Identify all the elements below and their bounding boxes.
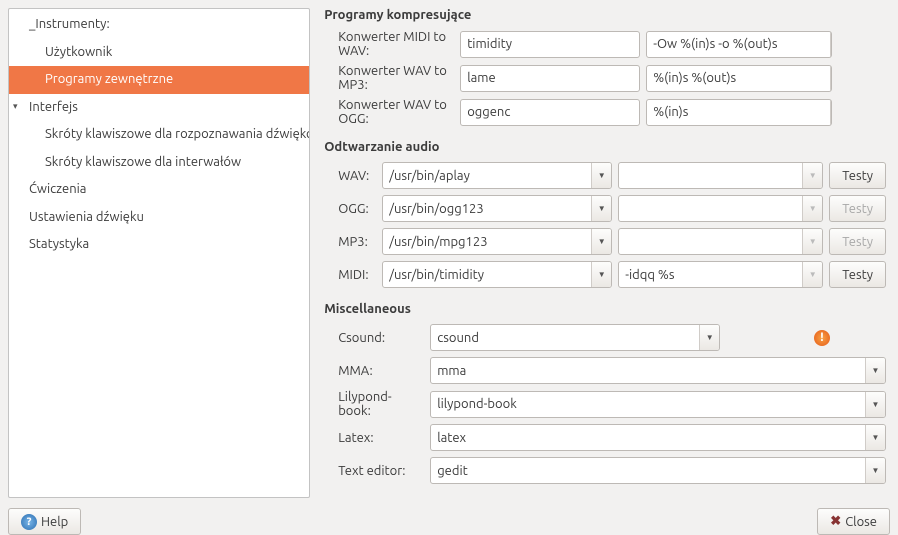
settings-panel: Programy kompresujące Konwerter MIDI to … bbox=[320, 8, 890, 498]
combo-wav-to-ogg-args[interactable]: ▼ bbox=[646, 99, 832, 126]
combo-midi-to-wav-args[interactable]: ▼ bbox=[646, 31, 832, 58]
close-button-label: Close bbox=[845, 515, 877, 529]
combo-midi-prog[interactable]: ▼ bbox=[382, 261, 612, 288]
combo-mma[interactable]: ▼ bbox=[430, 357, 886, 384]
section-title-compressors: Programy kompresujące bbox=[324, 8, 886, 22]
combo-wav-prog[interactable]: ▼ bbox=[382, 162, 612, 189]
chevron-down-icon[interactable]: ▼ bbox=[865, 458, 885, 483]
chevron-down-icon[interactable]: ▼ bbox=[830, 32, 832, 57]
help-button-label: Help bbox=[41, 515, 68, 529]
combo-text-editor[interactable]: ▼ bbox=[430, 457, 886, 484]
section-title-misc: Miscellaneous bbox=[324, 302, 886, 316]
combo-wav-to-mp3-prog[interactable]: ▼ bbox=[460, 65, 640, 92]
close-button[interactable]: ✖ Close bbox=[817, 508, 890, 535]
label-wav-to-ogg: Konwerter WAV to OGG: bbox=[324, 98, 454, 126]
input-lilypond[interactable] bbox=[431, 392, 865, 417]
input-wav-to-ogg-args[interactable] bbox=[647, 100, 830, 125]
chevron-down-icon[interactable]: ▼ bbox=[699, 325, 719, 350]
chevron-down-icon[interactable]: ▼ bbox=[830, 66, 832, 91]
label-lilypond: Lilypond-book: bbox=[324, 390, 424, 418]
label-mp3: MP3: bbox=[324, 235, 376, 249]
chevron-down-icon[interactable]: ▼ bbox=[591, 163, 611, 188]
tree-item-statistics[interactable]: Statystyka bbox=[9, 231, 309, 259]
input-csound[interactable] bbox=[431, 325, 699, 350]
input-mma[interactable] bbox=[431, 358, 865, 383]
input-mp3-prog[interactable] bbox=[383, 229, 591, 254]
chevron-down-icon[interactable]: ▼ bbox=[865, 425, 885, 450]
combo-csound[interactable]: ▼ bbox=[430, 324, 720, 351]
tree-item-label: Interfejs bbox=[29, 100, 78, 114]
tree-item-shortcuts-intervals[interactable]: Skróty klawiszowe dla interwałów bbox=[9, 149, 309, 177]
input-ogg-args[interactable] bbox=[619, 196, 802, 221]
combo-ogg-args[interactable]: ▼ bbox=[618, 195, 823, 222]
input-wav-to-mp3-prog[interactable] bbox=[461, 66, 640, 91]
close-icon: ✖ bbox=[830, 514, 841, 529]
tree-item-instruments[interactable]: _Instrumenty: bbox=[9, 11, 309, 39]
help-button[interactable]: ? Help bbox=[8, 508, 81, 535]
input-midi-args[interactable] bbox=[619, 262, 802, 287]
tree-item-user[interactable]: Użytkownik bbox=[9, 39, 309, 67]
combo-latex[interactable]: ▼ bbox=[430, 424, 886, 451]
chevron-down-icon[interactable]: ▼ bbox=[802, 163, 822, 188]
tree-item-interface[interactable]: ▾ Interfejs bbox=[9, 94, 309, 122]
combo-wav-args[interactable]: ▼ bbox=[618, 162, 823, 189]
combo-ogg-prog[interactable]: ▼ bbox=[382, 195, 612, 222]
section-title-playback: Odtwarzanie audio bbox=[324, 140, 886, 154]
label-mma: MMA: bbox=[324, 364, 424, 378]
label-ogg: OGG: bbox=[324, 202, 376, 216]
help-icon: ? bbox=[21, 514, 37, 530]
combo-midi-to-wav-prog[interactable]: ▼ bbox=[460, 31, 640, 58]
input-wav-to-ogg-prog[interactable] bbox=[461, 100, 640, 125]
input-midi-prog[interactable] bbox=[383, 262, 591, 287]
input-midi-to-wav-args[interactable] bbox=[647, 32, 830, 57]
chevron-down-icon[interactable]: ▼ bbox=[591, 229, 611, 254]
chevron-down-icon[interactable]: ▼ bbox=[802, 196, 822, 221]
tree-item-exercises[interactable]: Ćwiczenia bbox=[9, 176, 309, 204]
input-mp3-args[interactable] bbox=[619, 229, 802, 254]
label-wav-to-mp3: Konwerter WAV to MP3: bbox=[324, 64, 454, 92]
label-wav: WAV: bbox=[324, 169, 376, 183]
tree-item-external-programs[interactable]: Programy zewnętrzne bbox=[9, 66, 309, 94]
chevron-down-icon[interactable]: ▼ bbox=[830, 100, 832, 125]
tree-item-shortcuts-sounds[interactable]: Skróty klawiszowe dla rozpoznawania dźwi… bbox=[9, 121, 309, 149]
test-button-mp3: Testy bbox=[829, 228, 886, 255]
combo-mp3-prog[interactable]: ▼ bbox=[382, 228, 612, 255]
chevron-down-icon: ▾ bbox=[13, 100, 18, 114]
warning-icon: ! bbox=[814, 330, 830, 346]
chevron-down-icon[interactable]: ▼ bbox=[802, 229, 822, 254]
input-ogg-prog[interactable] bbox=[383, 196, 591, 221]
combo-wav-to-mp3-args[interactable]: ▼ bbox=[646, 65, 832, 92]
category-tree[interactable]: _Instrumenty: Użytkownik Programy zewnęt… bbox=[8, 8, 310, 498]
chevron-down-icon[interactable]: ▼ bbox=[591, 196, 611, 221]
label-midi-to-wav: Konwerter MIDI to WAV: bbox=[324, 30, 454, 58]
chevron-down-icon[interactable]: ▼ bbox=[591, 262, 611, 287]
input-wav-args[interactable] bbox=[619, 163, 802, 188]
test-button-midi[interactable]: Testy bbox=[829, 261, 886, 288]
label-midi: MIDI: bbox=[324, 268, 376, 282]
combo-mp3-args[interactable]: ▼ bbox=[618, 228, 823, 255]
input-latex[interactable] bbox=[431, 425, 865, 450]
combo-wav-to-ogg-prog[interactable]: ▼ bbox=[460, 99, 640, 126]
label-latex: Latex: bbox=[324, 431, 424, 445]
input-text-editor[interactable] bbox=[431, 458, 865, 483]
chevron-down-icon[interactable]: ▼ bbox=[802, 262, 822, 287]
input-midi-to-wav-prog[interactable] bbox=[461, 32, 640, 57]
label-csound: Csound: bbox=[324, 331, 424, 345]
chevron-down-icon[interactable]: ▼ bbox=[865, 392, 885, 417]
combo-midi-args[interactable]: ▼ bbox=[618, 261, 823, 288]
tree-item-sound-settings[interactable]: Ustawienia dźwięku bbox=[9, 204, 309, 232]
test-button-wav[interactable]: Testy bbox=[829, 162, 886, 189]
combo-lilypond[interactable]: ▼ bbox=[430, 391, 886, 418]
chevron-down-icon[interactable]: ▼ bbox=[865, 358, 885, 383]
test-button-ogg: Testy bbox=[829, 195, 886, 222]
input-wav-to-mp3-args[interactable] bbox=[647, 66, 830, 91]
input-wav-prog[interactable] bbox=[383, 163, 591, 188]
label-text-editor: Text editor: bbox=[324, 464, 424, 478]
